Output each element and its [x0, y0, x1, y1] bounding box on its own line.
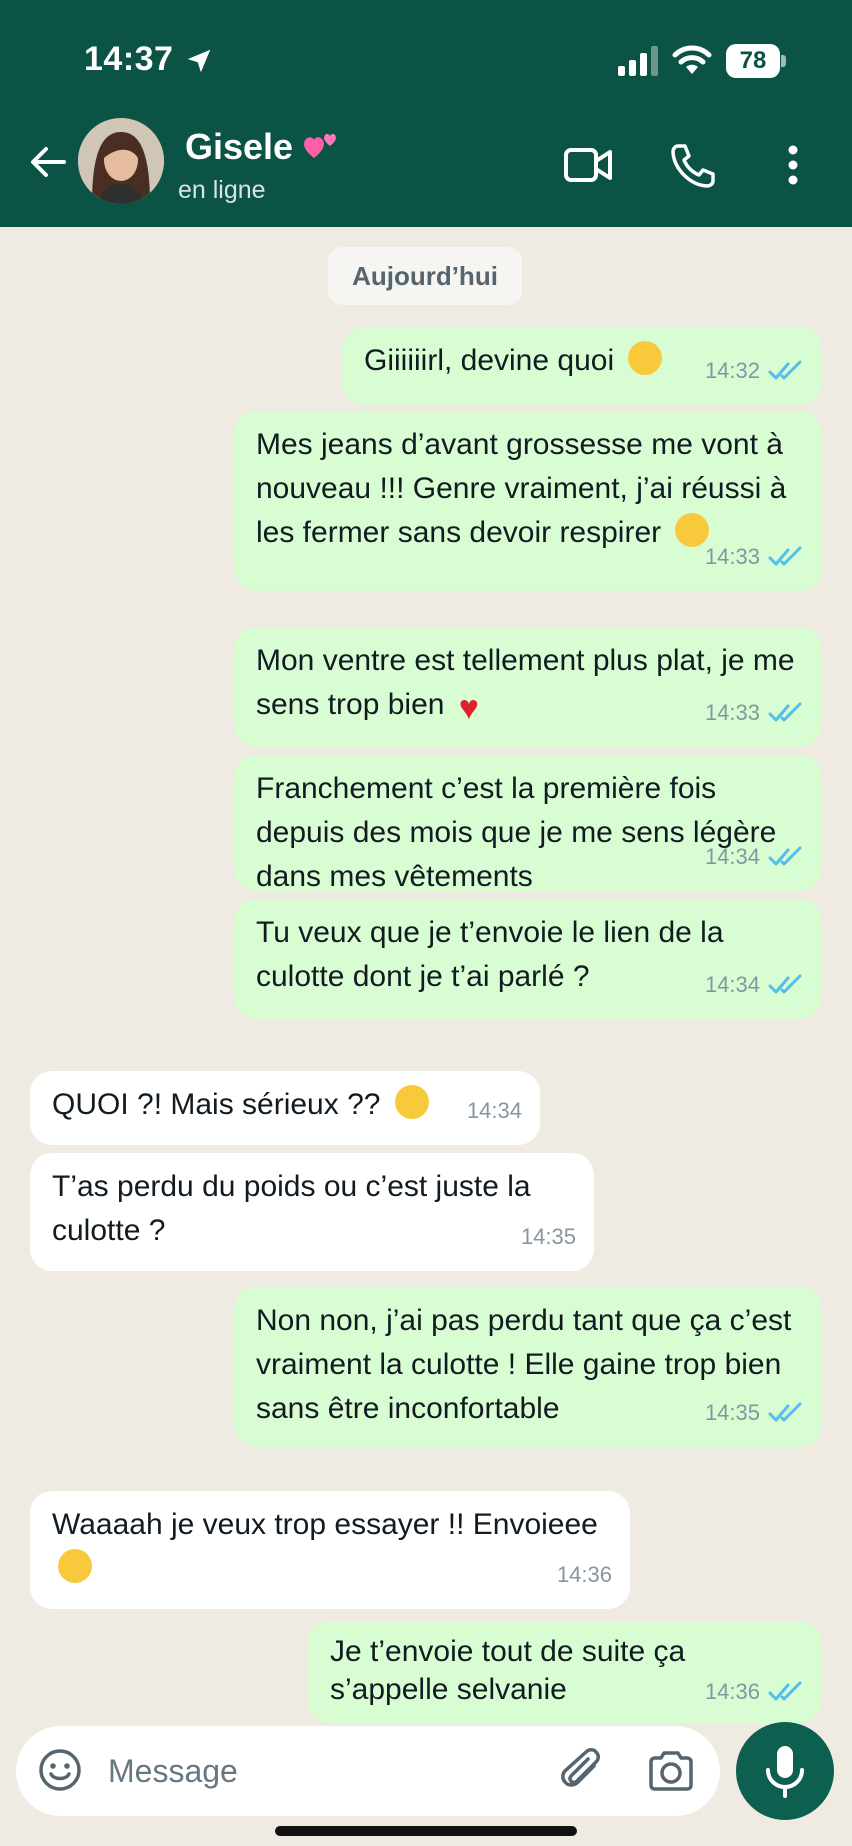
message-text: Giiiiiirl, devine quoi: [364, 344, 615, 377]
contact-name[interactable]: Gisele: [185, 126, 293, 168]
message-meta: 14:33: [705, 535, 804, 579]
message-time: 14:36: [704, 1679, 760, 1704]
status-time: 14:37: [84, 40, 174, 78]
chat-header: 14:37 78 Gisele en ligne: [0, 0, 852, 227]
message-bubble-incoming[interactable]: QUOI ?! Mais sérieux ?? 14:34: [30, 1071, 540, 1145]
two-hearts-emoji-icon: [304, 133, 336, 158]
red-heart-emoji-icon: ♥: [458, 689, 479, 727]
paperclip-icon[interactable]: [556, 1744, 610, 1798]
battery-level: 78: [726, 44, 780, 78]
message-meta: 14:35: [521, 1215, 576, 1259]
read-receipt-icon: [768, 1681, 802, 1701]
message-bubble-outgoing[interactable]: Mon ventre est tellement plus plat, je m…: [234, 627, 822, 747]
avatar-photo-icon: [78, 118, 164, 204]
message-time: 14:34: [704, 844, 760, 869]
message-time: 14:35: [520, 1224, 576, 1249]
message-time: 14:34: [466, 1098, 522, 1123]
message-bubble-incoming[interactable]: Waaaah je veux trop essayer !! Envoieee …: [30, 1491, 630, 1609]
back-arrow-icon[interactable]: [26, 140, 70, 184]
contact-avatar[interactable]: [78, 118, 164, 204]
message-text: T’as perdu du poids ou c’est juste la cu…: [52, 1170, 531, 1247]
message-bubble-outgoing[interactable]: Giiiiiirl, devine quoi 14:32: [342, 327, 822, 405]
message-bubble-outgoing[interactable]: Franchement c’est la première fois depui…: [234, 755, 822, 893]
message-time: 14:36: [556, 1562, 612, 1587]
message-time: 14:32: [704, 358, 760, 383]
read-receipt-icon: [768, 1402, 802, 1422]
location-arrow-icon: [187, 49, 211, 73]
home-indicator: [275, 1826, 577, 1836]
message-meta: 14:34: [705, 835, 804, 879]
message-bubble-incoming[interactable]: T’as perdu du poids ou c’est juste la cu…: [30, 1153, 594, 1271]
camera-icon[interactable]: [644, 1744, 698, 1798]
message-input[interactable]: [108, 1744, 538, 1798]
message-bubble-outgoing[interactable]: Tu veux que je t’envoie le lien de la cu…: [234, 899, 822, 1019]
message-meta: 14:36: [557, 1553, 612, 1597]
message-bubble-outgoing[interactable]: Mes jeans d’avant grossesse me vont à no…: [234, 411, 822, 591]
message-meta: 14:32: [705, 349, 804, 393]
message-meta: 14:34: [467, 1089, 522, 1133]
message-time: 14:34: [704, 972, 760, 997]
cellular-signal-icon: [618, 46, 658, 76]
contact-status: en ligne: [178, 176, 266, 204]
read-receipt-icon: [768, 846, 802, 866]
date-separator: Aujourd’hui: [328, 247, 522, 305]
heart-eyes-emoji-icon: [394, 1085, 429, 1119]
message-bubble-outgoing[interactable]: Je t’envoie tout de suite ça s’appelle s…: [308, 1621, 822, 1723]
read-receipt-icon: [768, 546, 802, 566]
chat-area[interactable]: Aujourd’hui Giiiiiirl, devine quoi 14:32…: [0, 227, 852, 1727]
read-receipt-icon: [768, 974, 802, 994]
read-receipt-icon: [768, 702, 802, 722]
message-meta: 14:33: [705, 691, 804, 735]
message-time: 14:35: [704, 1400, 760, 1425]
wifi-icon: [672, 45, 712, 74]
video-call-icon[interactable]: [562, 140, 616, 190]
message-text: Je t’envoie tout de suite ça s’appelle s…: [330, 1635, 686, 1706]
read-receipt-icon: [768, 360, 802, 380]
heart-eyes-emoji-icon: [58, 1549, 92, 1583]
message-meta: 14:34: [705, 963, 804, 1007]
message-text: QUOI ?! Mais sérieux ??: [52, 1088, 381, 1121]
message-text: Tu veux que je t’envoie le lien de la cu…: [256, 916, 724, 993]
microphone-button[interactable]: [736, 1722, 834, 1820]
message-meta: 14:36: [705, 1673, 804, 1711]
message-time: 14:33: [704, 544, 760, 569]
grinning-sweat-emoji-icon: [628, 341, 663, 375]
message-meta: 14:35: [705, 1391, 804, 1435]
status-bar: 14:37 78: [0, 0, 852, 110]
battery-indicator: 78: [726, 44, 786, 78]
message-text: Franchement c’est la première fois depui…: [256, 772, 777, 893]
message-time: 14:33: [704, 700, 760, 725]
message-bubble-outgoing[interactable]: Non non, j’ai pas perdu tant que ça c’es…: [234, 1287, 822, 1447]
microphone-icon: [766, 1746, 804, 1798]
message-text: Waaaah je veux trop essayer !! Envoieee: [52, 1508, 598, 1541]
battery-cap: [781, 55, 786, 67]
phone-call-icon[interactable]: [666, 140, 720, 190]
message-composer: [16, 1726, 720, 1816]
emoji-icon[interactable]: [36, 1746, 84, 1794]
more-options-icon[interactable]: [778, 140, 808, 190]
